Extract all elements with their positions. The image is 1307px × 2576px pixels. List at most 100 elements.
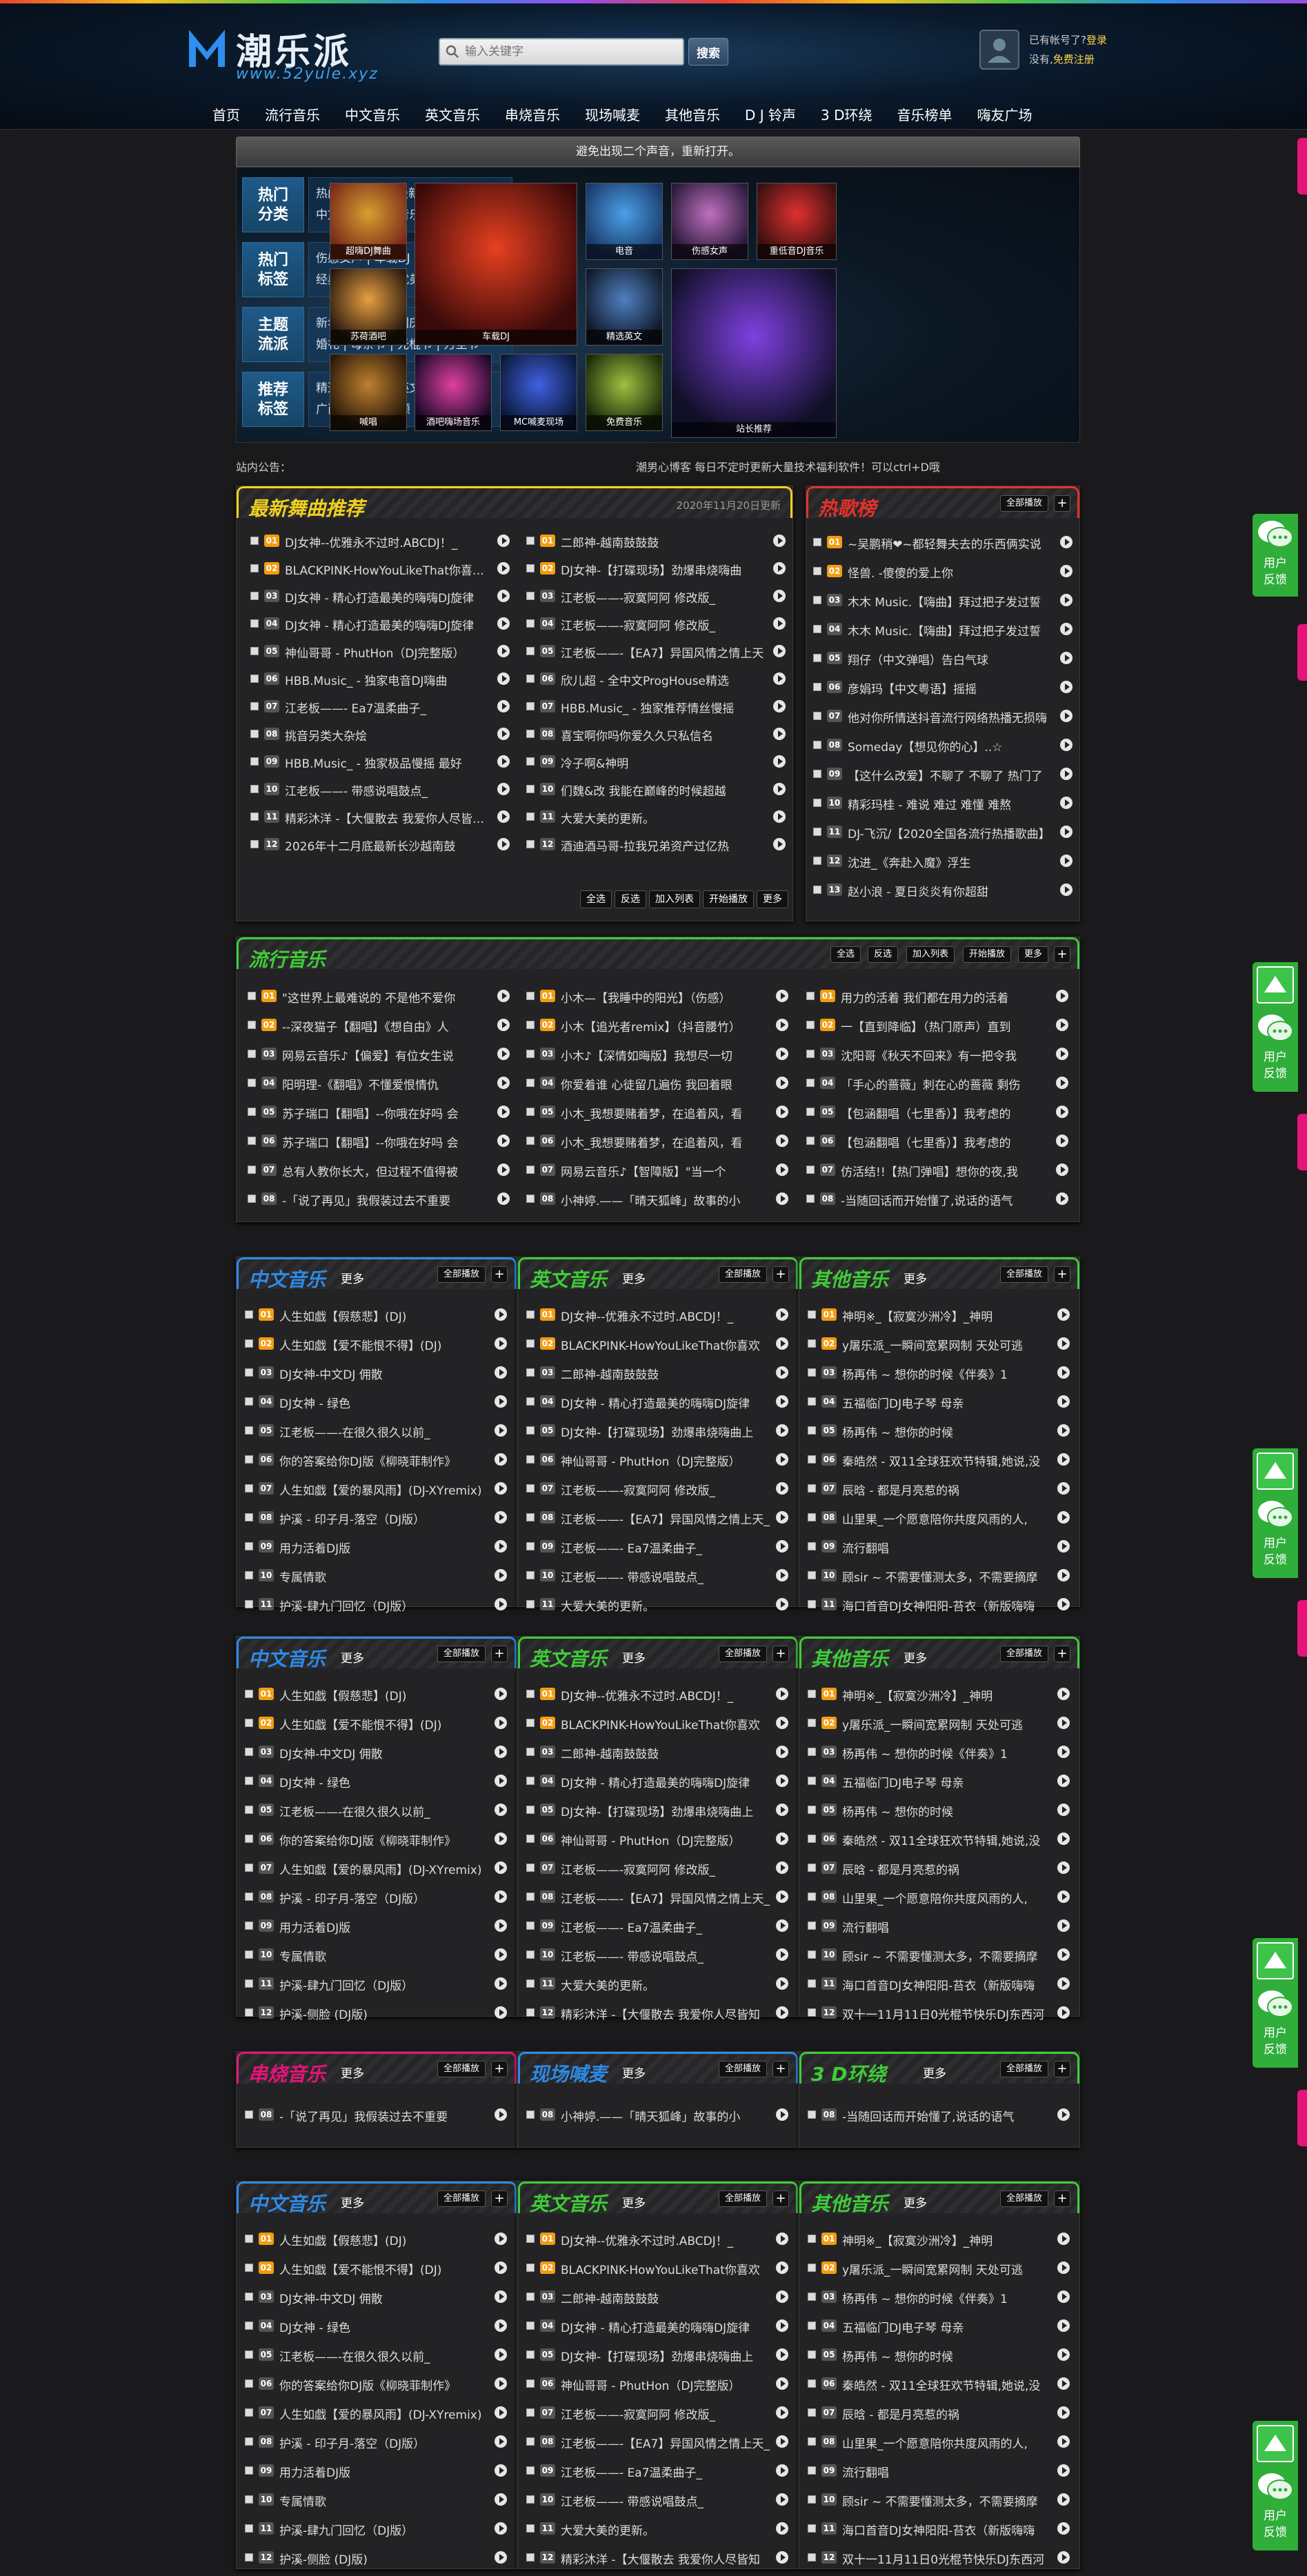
row-checkbox[interactable] (806, 1021, 815, 1029)
pop-col1-row[interactable]: 06 苏子瑞口【翻唱】--你哦在好吗 会 (248, 1126, 512, 1155)
row-title[interactable]: 杨再伟 ~ 想你的时候 (842, 1423, 1052, 1440)
play-icon[interactable] (776, 1688, 788, 1700)
row-checkbox[interactable] (245, 2008, 253, 2017)
thumb-0[interactable]: 超嗨DJ舞曲 (330, 183, 407, 260)
row-title[interactable]: 「手心的蔷薇」刺在心的蔷薇 剩伤 (841, 1075, 1050, 1092)
group-3-col-1-row[interactable]: 08 江老板——-【EA7】异国风情之情上天_ (526, 2427, 791, 2456)
row-title[interactable]: 你的答案给你DJ版《柳晓菲制作》 (279, 1452, 489, 1469)
row-title[interactable]: 木木 Music.【嗨曲】拜过把子发过誓 (848, 592, 1055, 610)
play-icon[interactable] (497, 672, 510, 685)
row-title[interactable]: 护溪-肆九门回忆（DJ版） (279, 2521, 489, 2538)
row-checkbox[interactable] (808, 1339, 816, 1348)
group-2-col-1-row[interactable]: 10 江老板——- 带感说唱鼓点_ (526, 1940, 791, 1969)
nav-item-10[interactable]: 嗨友广场 (965, 101, 1045, 129)
row-title[interactable]: DJ-飞沉/【2020全国各流行热播歌曲】 (848, 824, 1055, 841)
row-checkbox[interactable] (808, 1806, 816, 1814)
group-2-col-2-row[interactable]: 10 顾sir ~ 不需要懂测太多，不需要摘摩 (808, 1940, 1072, 1969)
pop-col3-row[interactable]: 08 -当随回话而开始懂了,说话的语气 (806, 1184, 1071, 1213)
row-checkbox[interactable] (245, 1835, 253, 1843)
play-icon[interactable] (495, 1337, 507, 1350)
new-col1-row[interactable]: 02 BLACKPINK-HowYouLikeThat你喜欢吗 (250, 554, 512, 583)
row-title[interactable]: 仿活结!!【热门弹唱】想你的夜,我 (841, 1162, 1050, 1179)
play-icon[interactable] (1057, 1804, 1070, 1816)
more-link[interactable]: 更多 (622, 2193, 646, 2210)
row-title[interactable]: --深夜猫子【翻唱】《想自由》人 (282, 1017, 492, 1035)
row-checkbox[interactable] (245, 2350, 253, 2359)
new-col2-row[interactable]: 02 DJ女神-【打碟现场】劲爆串烧嗨曲 (526, 554, 788, 583)
group-3-col-1-row[interactable]: 10 江老板——- 带感说唱鼓点_ (526, 2485, 791, 2514)
play-icon[interactable] (776, 1775, 788, 1787)
row-title[interactable]: 大爱大美的更新。 (561, 809, 768, 826)
play-all-button[interactable]: 全部播放 (718, 1646, 767, 1662)
play-icon[interactable] (773, 755, 786, 768)
play-icon[interactable] (773, 590, 786, 602)
row-checkbox[interactable] (526, 1864, 535, 1872)
play-icon[interactable] (1060, 797, 1072, 809)
row-title[interactable]: 海口首音DJ女神阳阳-苔衣（新版嗨嗨 (842, 1976, 1052, 1993)
row-checkbox[interactable] (808, 1397, 816, 1406)
row-checkbox[interactable] (250, 619, 259, 628)
play-icon[interactable] (1057, 1775, 1070, 1787)
row-checkbox[interactable] (808, 1426, 816, 1435)
plus-icon[interactable]: + (772, 1266, 789, 1283)
group-3-col-2-row[interactable]: 07 辰晗 - 都是月亮惹的祸 (808, 2398, 1072, 2427)
row-title[interactable]: y屠乐派_一瞬间宽累网制 天处可逃 (842, 1336, 1052, 1353)
new-col1-row[interactable]: 08 挑音另类大杂烩 (250, 719, 512, 748)
header-btn-2[interactable]: 加入列表 (906, 946, 955, 963)
row-title[interactable]: 大爱大美的更新。 (561, 2521, 770, 2538)
nav-item-9[interactable]: 音乐榜单 (885, 101, 965, 129)
group-3-col-1-row[interactable]: 07 江老板——-寂寞阿阿 修改版_ (526, 2398, 791, 2427)
play-icon[interactable] (497, 535, 510, 547)
group-1-panel-1-title[interactable]: 英文音乐 (530, 1265, 607, 1292)
row-checkbox[interactable] (808, 1310, 816, 1319)
row-title[interactable]: 阳明理-《翻唱》不懂爱恨情仇 (282, 1075, 492, 1092)
play-icon[interactable] (495, 1308, 507, 1321)
group-2-col-2-row[interactable]: 11 海口首音DJ女神阳阳-苔衣（新版嗨嗨 (808, 1969, 1072, 1998)
row-title[interactable]: 杨再伟 ~ 想你的时候《伴奏》1 (842, 1365, 1052, 1382)
play-icon[interactable] (1060, 739, 1072, 751)
row-title[interactable]: BLACKPINK-HowYouLikeThat你喜欢 (561, 2260, 770, 2277)
group-1-col-1-row[interactable]: 11 大爱大美的更新。 (526, 1590, 791, 1619)
row-title[interactable]: -「说了再见」我假装过去不重要 (279, 2107, 489, 2124)
play-icon[interactable] (776, 1164, 788, 1176)
play-icon[interactable] (776, 2262, 788, 2274)
group-3-col-1-row[interactable]: 01 DJ女神--优雅永不过时.ABCDJ！_ (526, 2224, 791, 2253)
row-title[interactable]: 总有人教你长大，但过程不值得被 (282, 1162, 492, 1179)
play-icon[interactable] (773, 535, 786, 547)
play-icon[interactable] (497, 810, 510, 823)
play-all-button[interactable]: 全部播放 (437, 1266, 486, 1283)
play-icon[interactable] (1060, 623, 1072, 635)
new-col1-row[interactable]: 07 江老板——- Ea7温柔曲子_ (250, 692, 512, 721)
row-checkbox[interactable] (250, 537, 259, 545)
row-checkbox[interactable] (526, 564, 535, 572)
play-icon[interactable] (497, 1135, 510, 1147)
row-checkbox[interactable] (806, 1137, 815, 1145)
group-3-col-0-row[interactable]: 08 护溪 - 印子月-落空（DJ版） (245, 2427, 510, 2456)
row-checkbox[interactable] (250, 730, 259, 738)
new-footer-btn-1[interactable]: 反选 (615, 890, 646, 908)
row-title[interactable]: 山里果_一个愿意陪你共度风雨的人, (842, 2434, 1052, 2451)
row-title[interactable]: DJ女神-【打碟现场】劲爆串烧嗨曲上 (561, 1802, 770, 1819)
row-title[interactable]: 【包涵翻唱（七里香）】我考虑的 (841, 1104, 1050, 1121)
row-title[interactable]: 小木—【我睡中的阳光】（伤感） (561, 988, 770, 1006)
new-footer-btn-4[interactable]: 更多 (757, 890, 788, 908)
row-checkbox[interactable] (808, 2466, 816, 2475)
row-checkbox[interactable] (808, 1368, 816, 1377)
new-col1-row[interactable]: 04 DJ女神 - 精心打造最美的嗨嗨DJ旋律 (250, 609, 512, 638)
play-icon[interactable] (497, 1048, 510, 1060)
play-icon[interactable] (497, 755, 510, 768)
row-checkbox[interactable] (245, 1571, 253, 1579)
group-1-col-1-row[interactable]: 01 DJ女神--优雅永不过时.ABCDJ！_ (526, 1300, 791, 1329)
play-icon[interactable] (495, 2464, 507, 2477)
play-icon[interactable] (1057, 1337, 1070, 1350)
play-icon[interactable] (1057, 2108, 1070, 2121)
row-title[interactable]: 大爱大美的更新。 (561, 1597, 770, 1614)
row-title[interactable]: 流行翻唱 (842, 1539, 1052, 1556)
row-title[interactable]: 江老板——-【EA7】异国风情之情上天_ (561, 2434, 770, 2451)
row-title[interactable]: 你的答案给你DJ版《柳晓菲制作》 (279, 1831, 489, 1848)
row-title[interactable]: 精彩玛桂 - 难说 难过 难懂 难熬 (848, 795, 1055, 812)
group-3-col-0-row[interactable]: 12 护溪-侧脸 (DJ版) (245, 2543, 510, 2572)
more-link[interactable]: 更多 (341, 2193, 364, 2210)
row-title[interactable]: 你的答案给你DJ版《柳晓菲制作》 (279, 2376, 489, 2393)
new-col2-row[interactable]: 01 二郎神-越南鼓鼓鼓 (526, 526, 788, 555)
